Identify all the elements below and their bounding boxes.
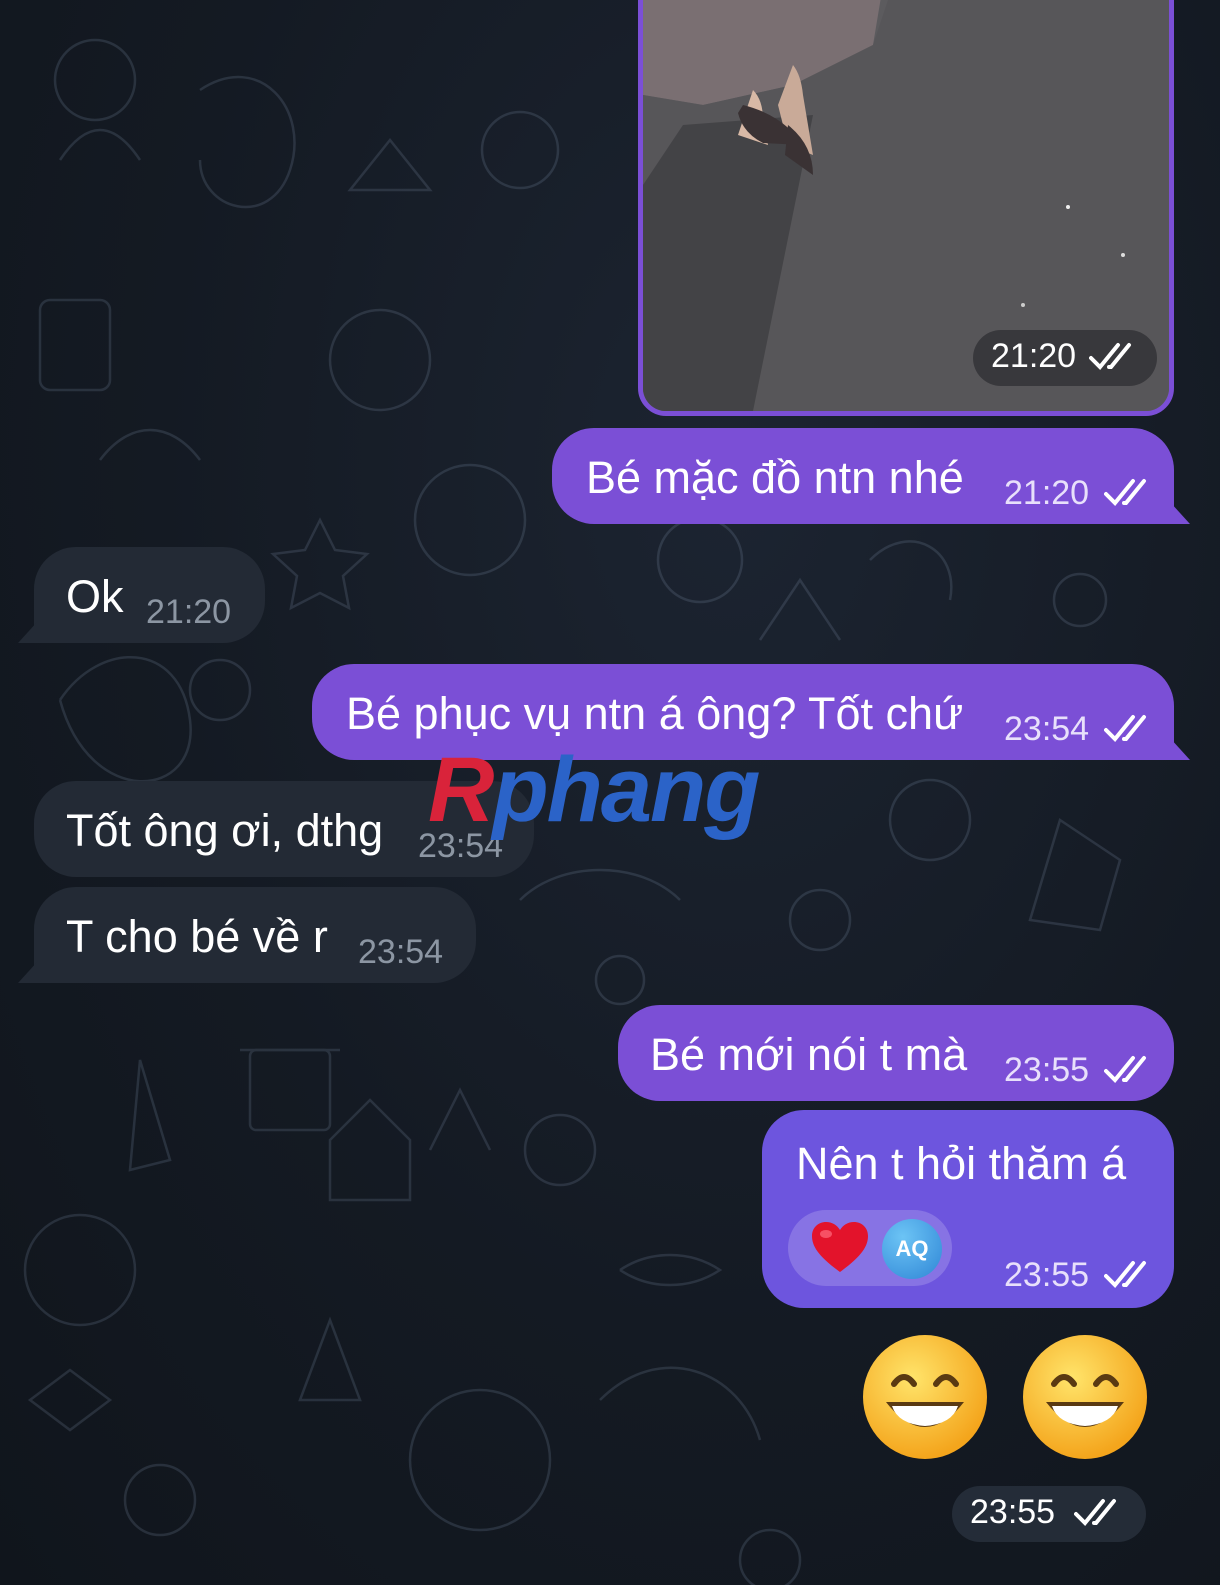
photo-time: 21:20 [991, 337, 1077, 375]
message-text: T cho bé về r [66, 911, 328, 962]
double-check-icon [1104, 1056, 1146, 1083]
message-bubble-incoming[interactable]: Ok 21:20 [34, 547, 265, 643]
reaction-chip[interactable]: AQ [788, 1210, 952, 1286]
message-text: Nên t hỏi thăm á [796, 1138, 1127, 1189]
message-bubble-outgoing[interactable]: Bé mặc đồ ntn nhé 21:20 [552, 428, 1174, 524]
message-time: 23:55 [1004, 1051, 1090, 1089]
message-time: 23:55 [1004, 1256, 1090, 1294]
reactor-avatar: AQ [882, 1219, 942, 1279]
message-bubble-outgoing[interactable]: Nên t hỏi thăm á AQ 23:55 [762, 1110, 1174, 1308]
double-check-icon [1089, 343, 1131, 370]
message-bubble-outgoing[interactable]: Bé mới nói t mà 23:55 [618, 1005, 1174, 1101]
photo-message[interactable]: 21:20 [638, 0, 1174, 416]
message-text: Bé mặc đồ ntn nhé [586, 452, 964, 503]
message-text: Bé phục vụ ntn á ông? Tốt chứ [346, 688, 964, 739]
watermark-rest: phang [492, 739, 760, 841]
message-bubble-incoming[interactable]: T cho bé về r 23:54 [34, 887, 476, 983]
watermark-logo: Rphang [428, 738, 760, 843]
grinning-face-icon [863, 1335, 987, 1459]
message-text: Bé mới nói t mà [650, 1029, 968, 1080]
message-text: Ok [66, 571, 124, 622]
message-time: 21:20 [146, 593, 232, 631]
message-time: 23:55 [970, 1493, 1056, 1531]
emoji-message[interactable] [860, 1332, 1160, 1462]
message-time: 23:54 [1004, 710, 1090, 748]
grinning-face-icon [1023, 1335, 1147, 1459]
double-check-icon [1104, 1261, 1146, 1288]
heart-icon [812, 1222, 868, 1272]
message-time: 23:54 [358, 933, 444, 971]
emoji-time-pill: 23:55 [952, 1486, 1146, 1542]
message-text: Tốt ông ơi, dthg [66, 805, 384, 856]
message-time: 21:20 [1004, 474, 1090, 512]
photo-time-pill: 21:20 [973, 330, 1157, 386]
double-check-icon [1074, 1499, 1116, 1526]
double-check-icon [1104, 479, 1146, 506]
double-check-icon [1104, 715, 1146, 742]
watermark-first-letter: R [428, 739, 494, 841]
